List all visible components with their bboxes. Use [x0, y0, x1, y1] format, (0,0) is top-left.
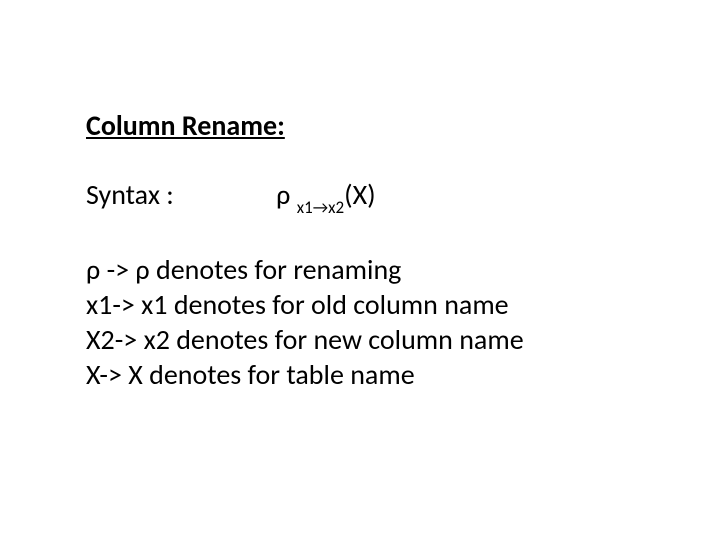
syntax-label: Syntax :	[86, 177, 174, 212]
explanation-line-2: x1-> x1 denotes for old column name	[86, 287, 634, 322]
explanation-block: ρ -> ρ denotes for renaming x1-> x1 deno…	[86, 252, 634, 392]
rho-subscript: x1→x2	[297, 197, 344, 218]
syntax-expression: ρ x1→x2(X)	[276, 177, 375, 216]
syntax-line: Syntax : ρ x1→x2(X)	[86, 177, 634, 216]
explanation-line-4: X-> X denotes for table name	[86, 357, 634, 392]
explanation-line-3: X2-> x2 denotes for new column name	[86, 322, 634, 357]
explanation-line-1: ρ -> ρ denotes for renaming	[86, 252, 634, 287]
slide: Column Rename: Syntax : ρ x1→x2(X) ρ -> …	[0, 0, 720, 540]
section-heading: Column Rename:	[86, 108, 634, 143]
rho-argument: (X)	[344, 177, 376, 212]
rho-symbol: ρ	[276, 177, 297, 212]
